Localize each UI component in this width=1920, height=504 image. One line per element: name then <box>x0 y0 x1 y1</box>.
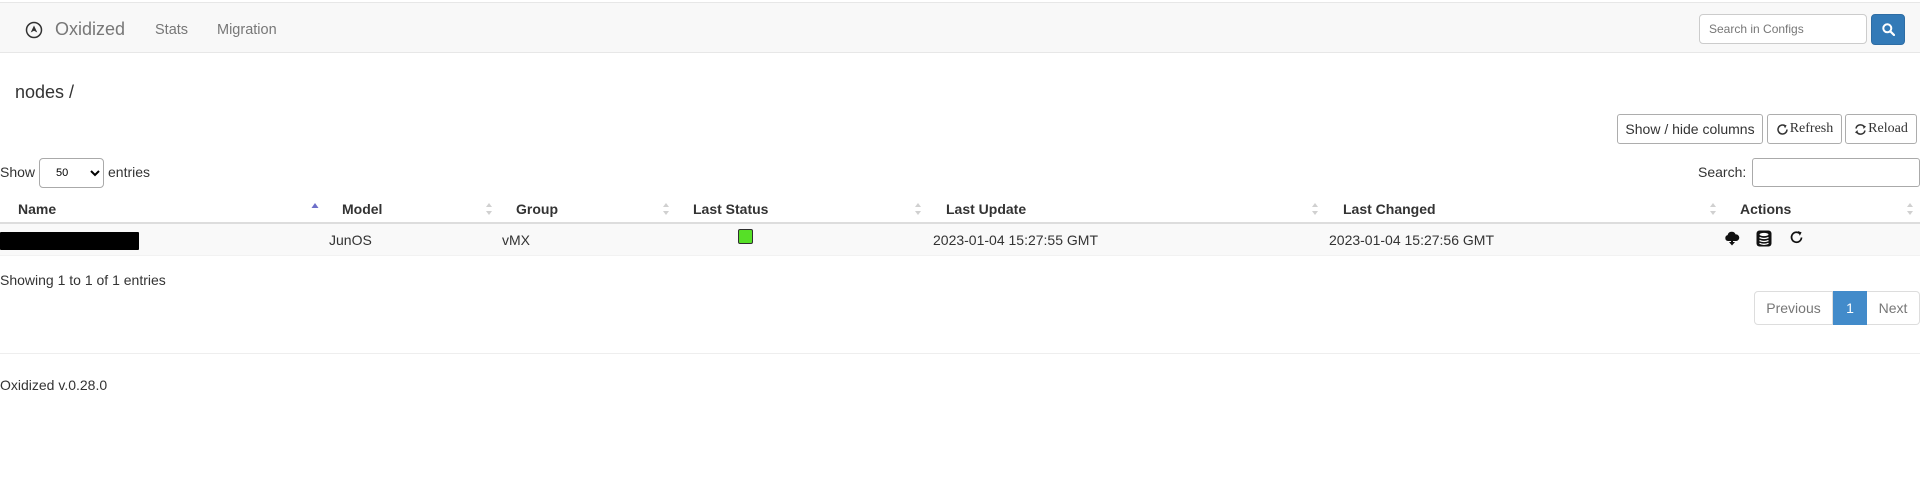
cell-last-update: 2023-01-04 15:27:55 GMT <box>933 232 1098 248</box>
rotate-icon[interactable] <box>1789 230 1804 245</box>
cell-group: vMX <box>502 232 530 248</box>
top-navbar: Oxidized Stats Migration <box>0 2 1920 53</box>
column-header-group[interactable]: Group <box>516 201 558 217</box>
entries-per-page-select[interactable]: 50 <box>39 158 104 188</box>
show-label: Show <box>0 164 36 180</box>
column-header-model[interactable]: Model <box>342 201 382 217</box>
nav-link-migration[interactable]: Migration <box>217 22 277 38</box>
refresh-icon <box>1776 123 1788 135</box>
reload-icon <box>1855 123 1867 135</box>
table-row: JunOS vMX 2023-01-04 15:27:55 GMT 2023-0… <box>0 224 1920 256</box>
footer-divider <box>0 353 1920 354</box>
pagination-page-1[interactable]: 1 <box>1833 291 1867 325</box>
show-hide-columns-label: Show / hide columns <box>1625 121 1755 137</box>
table-info: Showing 1 to 1 of 1 entries <box>0 272 166 288</box>
cell-last-changed: 2023-01-04 15:27:56 GMT <box>1329 232 1494 248</box>
config-search-input[interactable] <box>1699 14 1867 44</box>
refresh-label: Refresh <box>1789 121 1834 136</box>
oxidized-logo-icon <box>25 21 43 39</box>
reload-label: Reload <box>1868 121 1908 136</box>
refresh-button[interactable]: Refresh <box>1767 114 1842 144</box>
column-header-last-changed[interactable]: Last Changed <box>1343 201 1436 217</box>
pagination-next[interactable]: Next <box>1867 291 1920 325</box>
column-header-name[interactable]: Name <box>18 201 56 217</box>
table-search-input[interactable] <box>1752 158 1920 187</box>
column-header-last-update[interactable]: Last Update <box>946 201 1026 217</box>
sort-both-icon[interactable] <box>1709 200 1717 218</box>
sort-asc-icon[interactable] <box>311 200 319 218</box>
nav-link-stats[interactable]: Stats <box>155 22 188 38</box>
status-success-indicator <box>738 229 753 244</box>
show-hide-columns-button[interactable]: Show / hide columns <box>1617 114 1763 144</box>
reload-button[interactable]: Reload <box>1845 114 1917 144</box>
column-header-actions[interactable]: Actions <box>1740 201 1791 217</box>
column-header-last-status[interactable]: Last Status <box>693 201 768 217</box>
sort-both-icon[interactable] <box>662 200 670 218</box>
brand-title[interactable]: Oxidized <box>55 19 125 40</box>
footer-version: Oxidized v.0.28.0 <box>0 377 108 393</box>
sort-both-icon[interactable] <box>1906 200 1914 218</box>
entries-label: entries <box>108 164 151 180</box>
table-header: Name Model Group Last Status Last Update… <box>0 194 1920 224</box>
sort-both-icon[interactable] <box>1311 200 1319 218</box>
cell-model: JunOS <box>329 232 372 248</box>
search-icon <box>1882 23 1895 36</box>
pagination: Previous 1 Next <box>1754 291 1920 325</box>
cloud-download-icon[interactable] <box>1724 230 1740 246</box>
table-search-label: Search: <box>1698 164 1747 180</box>
page-title: nodes / <box>15 82 75 102</box>
config-search-button[interactable] <box>1871 14 1905 45</box>
redacted-node-name[interactable] <box>0 232 139 250</box>
sort-both-icon[interactable] <box>914 200 922 218</box>
database-icon[interactable] <box>1756 230 1772 247</box>
sort-both-icon[interactable] <box>485 200 493 218</box>
pagination-previous[interactable]: Previous <box>1754 291 1833 325</box>
